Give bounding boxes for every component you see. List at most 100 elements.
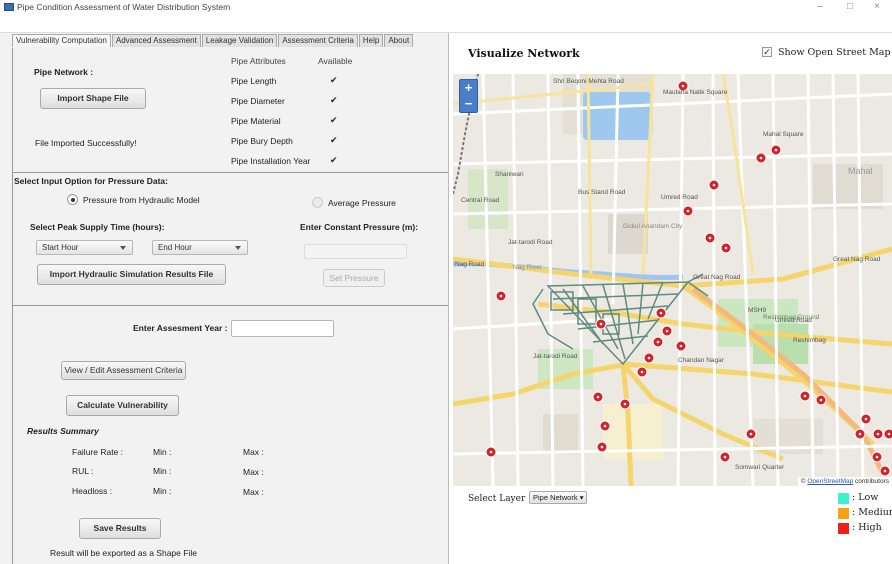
radio-hydraulic-model[interactable] [67,194,78,205]
layer-select-value: Pipe Network [533,493,578,502]
rul-label: RUL : [72,466,94,476]
end-hour-select[interactable]: End Hour [152,240,248,255]
map-label: Bus Stand Road [578,189,626,196]
tab-about[interactable]: About [384,34,414,47]
map-label: Maulana Natik Square [663,89,728,96]
available-check-icon: ✔ [330,115,338,125]
window-title: Pipe Condition Assessment of Water Distr… [17,2,231,12]
minimize-button[interactable]: – [805,0,835,14]
legend-swatch-low [838,493,849,504]
copyright-symbol: © [800,478,806,485]
failure-rate-min: Min : [153,447,172,457]
map-canvas: Shri Beqoni Mehta Road Maulana Natik Squ… [453,74,892,486]
end-hour-value: End Hour [158,243,192,252]
calculate-vulnerability-button[interactable]: Calculate Vulnerability [66,395,179,416]
available-check-icon: ✔ [330,75,338,85]
tab-leakage-validation[interactable]: Leakage Validation [201,34,278,47]
chevron-down-icon: ▾ [579,493,584,502]
map-attribution: © OpenStreetMap contributors [797,477,892,486]
zoom-in-button[interactable]: + [460,80,477,96]
show-osm-label: Show Open Street Map [778,47,891,58]
right-panel: Visualize Network ✓ Show Open Street Map [450,33,892,564]
attr-pipe-length: Pipe Length [231,76,277,86]
radio-hydraulic-label: Pressure from Hydraulic Model [83,195,200,205]
pressure-heading: Select Input Option for Pressure Data: [14,176,168,186]
chevron-down-icon [120,246,126,250]
window-title-bar: Pipe Condition Assessment of Water Distr… [0,0,892,33]
import-hydraulic-results-button[interactable]: Import Hydraulic Simulation Results File [37,264,226,285]
pipe-attributes-header: Pipe Attributes [231,56,286,66]
legend-label-medium: : Medium [852,507,892,518]
map-label: Nag River [513,264,543,271]
map-label: Chandan Nagar [678,357,725,364]
map-label: Somwari Quarter [735,464,785,471]
tab-advanced-assessment[interactable]: Advanced Assessment [111,34,201,47]
constant-pressure-input[interactable] [304,244,407,259]
show-osm-checkbox[interactable]: ✓ [762,47,772,57]
attr-pipe-diameter: Pipe Diameter [231,96,285,106]
map-label: Shri Beqoni Mehta Road [553,78,624,85]
map-label: Jat-tarodi Road [508,239,553,246]
radio-average-label: Average Pressure [328,198,396,208]
section-divider [12,172,448,173]
available-check-icon: ✔ [330,135,338,145]
map-label: Nag Road [455,261,485,268]
panel-border [12,48,13,564]
available-check-icon: ✔ [330,155,338,165]
osm-attribution-link[interactable]: OpenStreetMap [807,478,853,485]
peak-supply-label: Select Peak Supply Time (hours): [30,222,165,232]
assessment-year-input[interactable] [231,320,334,337]
rul-min: Min : [153,466,172,476]
failure-rate-max: Max : [243,447,264,457]
assessment-year-label: Enter Assesment Year : [133,323,228,333]
tab-assessment-criteria[interactable]: Assessment Criteria [278,34,358,47]
headloss-label: Headloss : [72,486,113,496]
pipe-network-heading: Pipe Network : [34,67,94,77]
map-label: Jat-tarodi Road [533,353,578,360]
tab-vulnerability-computation[interactable]: Vulnerability Computation [12,34,111,47]
zoom-out-button[interactable]: − [460,96,477,112]
map-label: Central Road [461,197,500,204]
save-results-button[interactable]: Save Results [79,518,161,539]
set-pressure-button[interactable]: Set Pressure [323,269,385,287]
map-label: Great Nag Road [693,274,741,281]
layer-select[interactable]: Pipe Network ▾ [529,491,588,504]
import-status: File Imported Successfully! [35,138,137,148]
map-label: Reshimbag [793,337,826,344]
headloss-max: Max : [243,487,264,497]
network-map[interactable]: Shri Beqoni Mehta Road Maulana Natik Squ… [453,74,892,486]
tab-bar: Vulnerability Computation Advanced Asses… [12,34,414,48]
map-label: Gokul Anandam City [623,223,683,230]
map-label: Mahal Square [763,131,804,138]
section-divider [12,305,448,306]
start-hour-select[interactable]: Start Hour [36,240,133,255]
attr-pipe-bury-depth: Pipe Bury Depth [231,136,293,146]
tab-help[interactable]: Help [358,34,384,47]
map-label: Shaniwari [495,171,524,178]
legend-swatch-high [838,523,849,534]
legend-label-high: : High [852,522,882,533]
rul-max: Max : [243,467,264,477]
visualize-network-title: Visualize Network [468,47,580,60]
map-label: MSH9 [748,307,766,314]
select-layer-label: Select Layer : [468,494,532,504]
close-button[interactable]: × [862,0,892,14]
app-icon [4,3,14,11]
map-label: Umred Road [775,317,812,324]
start-hour-value: Start Hour [42,243,79,252]
headloss-min: Min : [153,486,172,496]
map-zoom-control: + − [459,79,478,113]
view-edit-criteria-button[interactable]: View / Edit Assessment Criteria [61,361,186,380]
import-shape-file-button[interactable]: Import Shape File [40,88,146,109]
radio-average-pressure[interactable] [312,197,323,208]
attr-pipe-material: Pipe Material [231,116,281,126]
failure-rate-label: Failure Rate : [72,447,124,457]
available-check-icon: ✔ [330,95,338,105]
available-header: Available [318,56,353,66]
map-label: Umred Road [661,194,698,201]
maximize-button[interactable]: □ [835,0,865,14]
legend-swatch-medium [838,508,849,519]
map-label: Great Nag Road [833,256,881,263]
attribution-suffix: contributors [853,478,889,485]
export-note: Result will be exported as a Shape File [50,548,197,558]
